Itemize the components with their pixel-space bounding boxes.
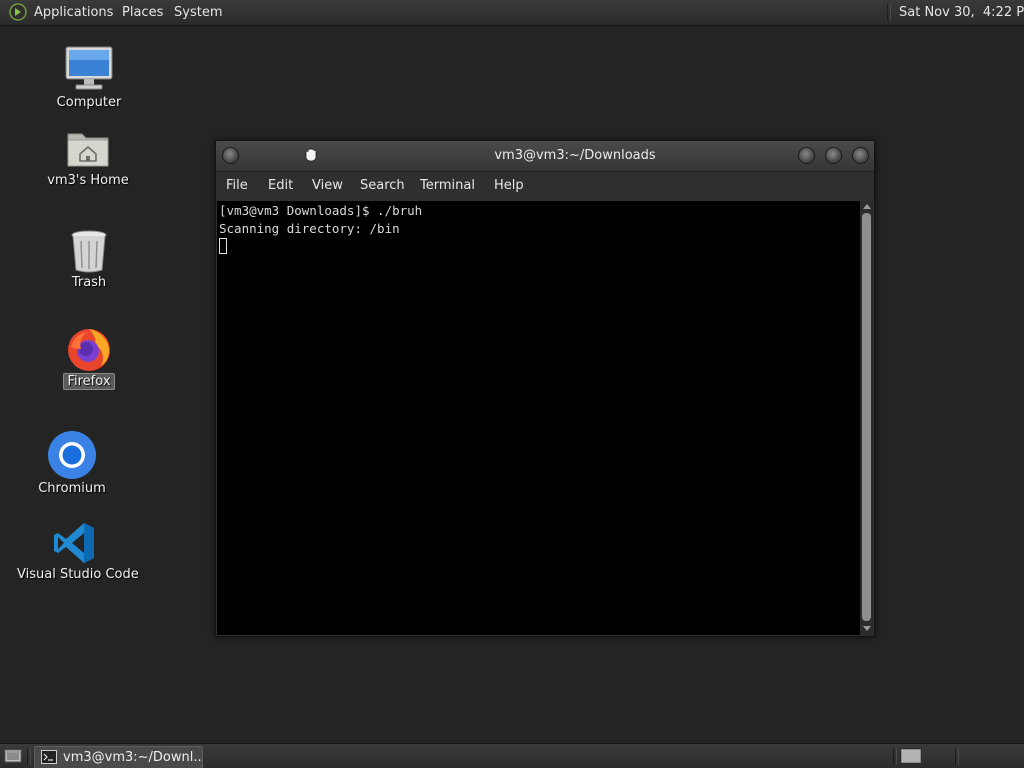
close-button[interactable] [852, 147, 869, 164]
desktop-icon-firefox[interactable]: Firefox [48, 325, 130, 390]
menu-search[interactable]: Search [360, 172, 405, 200]
desktop-icon-computer[interactable]: Computer [48, 44, 130, 111]
terminal-menubar: File Edit View Search Terminal Help [216, 172, 874, 200]
menu-help[interactable]: Help [494, 172, 524, 200]
clock[interactable]: Sat Nov 30, 4:22 PM [899, 0, 1024, 25]
desktop-icon-trash[interactable]: Trash [48, 228, 130, 291]
panel-separator [27, 748, 31, 765]
panel-separator [887, 4, 891, 21]
trash-icon [48, 228, 130, 274]
mate-logo-icon[interactable] [9, 3, 27, 21]
menu-edit[interactable]: Edit [268, 172, 293, 200]
terminal-output[interactable]: [vm3@vm3 Downloads]$ ./bruh Scanning dir… [217, 201, 860, 635]
menu-terminal[interactable]: Terminal [420, 172, 475, 200]
desktop-icon-vscode[interactable]: Visual Studio Code [14, 520, 139, 583]
panel-separator [893, 748, 897, 765]
home-folder-icon [40, 126, 136, 172]
terminal-scrollbar[interactable] [860, 201, 873, 635]
terminal-line: Scanning directory: /bin [219, 221, 400, 236]
desktop-icon-label: Visual Studio Code [17, 567, 139, 582]
system-menu[interactable]: System [174, 0, 222, 25]
firefox-icon [48, 325, 130, 373]
terminal-line: [vm3@vm3 Downloads]$ ./bruh [219, 203, 423, 218]
bottom-panel: vm3@vm3:~/Downl... [0, 743, 1024, 768]
desktop-icon-chromium[interactable]: Chromium [30, 430, 114, 497]
scroll-down-arrow-icon[interactable] [863, 626, 871, 631]
menu-file[interactable]: File [226, 172, 248, 200]
taskbar-terminal-button[interactable]: vm3@vm3:~/Downl... [34, 746, 203, 768]
chromium-icon [30, 430, 114, 480]
show-desktop-icon[interactable] [4, 748, 22, 768]
menu-view[interactable]: View [312, 172, 343, 200]
panel-separator [955, 748, 959, 765]
scrollbar-thumb[interactable] [862, 213, 871, 621]
terminal-titlebar[interactable]: vm3@vm3:~/Downloads [216, 141, 874, 172]
computer-icon [48, 44, 130, 94]
desktop-icon-label: Computer [56, 95, 122, 110]
places-menu[interactable]: Places [122, 0, 163, 25]
desktop: Applications Places System Sat Nov 30, 4… [0, 0, 1024, 768]
scroll-up-arrow-icon[interactable] [863, 204, 871, 209]
minimize-button[interactable] [798, 147, 815, 164]
terminal-window[interactable]: vm3@vm3:~/Downloads File Edit View Searc… [215, 140, 875, 637]
terminal-app-icon [41, 750, 57, 768]
desktop-icon-home[interactable]: vm3's Home [40, 126, 136, 189]
desktop-icon-label: Firefox [63, 373, 115, 390]
workspace-switcher[interactable] [900, 748, 922, 768]
desktop-icon-label: Chromium [38, 481, 106, 496]
applications-menu[interactable]: Applications [34, 0, 113, 25]
taskbar-label: vm3@vm3:~/Downl... [63, 750, 203, 765]
maximize-button[interactable] [825, 147, 842, 164]
vscode-icon [14, 520, 134, 566]
terminal-cursor [219, 238, 227, 254]
top-panel: Applications Places System Sat Nov 30, 4… [0, 0, 1024, 26]
desktop-icon-label: vm3's Home [47, 173, 129, 188]
desktop-icon-label: Trash [71, 275, 107, 290]
terminal-title: vm3@vm3:~/Downloads [494, 148, 656, 163]
